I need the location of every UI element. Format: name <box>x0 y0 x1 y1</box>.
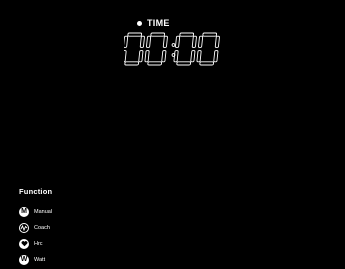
time-digit-segment <box>162 35 168 48</box>
time-digit-segment <box>138 50 144 63</box>
time-digit-segment <box>190 50 196 63</box>
time-digit-segment <box>139 35 145 48</box>
time-digit-segment <box>198 35 204 48</box>
time-digit-segment <box>196 50 202 63</box>
function-item-coach[interactable]: Coach <box>19 220 52 235</box>
time-digit-segment <box>127 32 143 37</box>
time-digit-segment <box>213 50 219 63</box>
function-item-manual[interactable]: M Manual <box>19 204 52 219</box>
time-indicator-dot <box>137 20 142 26</box>
function-item-hrc[interactable]: Hrc <box>19 236 52 251</box>
time-colon <box>171 43 176 47</box>
time-digit-segment <box>161 50 167 63</box>
heart-icon <box>19 238 29 249</box>
function-label-manual: Manual <box>34 208 53 215</box>
time-digit-segment <box>214 35 220 48</box>
console-screen: TIME Function M Manual Coach Hrc W Watt <box>0 0 345 269</box>
watt-w-icon: W <box>19 254 29 265</box>
time-digit-segment <box>144 50 150 63</box>
time-label: TIME <box>147 18 170 28</box>
function-label-coach: Coach <box>34 224 50 231</box>
time-digit-segment <box>191 35 197 48</box>
time-digit-segment <box>199 61 215 66</box>
function-list: M Manual Coach Hrc W Watt <box>19 204 52 268</box>
time-digit-segment <box>124 50 127 63</box>
time-indicator: TIME <box>137 17 170 29</box>
manual-m-icon: M <box>19 206 29 217</box>
time-digit-segment <box>150 32 166 37</box>
time-digit-segment <box>175 35 181 48</box>
function-label-hrc: Hrc <box>34 240 43 247</box>
time-digit-segment <box>124 35 129 48</box>
time-digit-segment <box>146 35 152 48</box>
function-item-watt[interactable]: W Watt <box>19 252 52 267</box>
time-digit-segment <box>202 32 218 37</box>
time-digit-segment <box>176 61 192 66</box>
time-digit-segment <box>124 61 140 66</box>
time-digit-segment <box>147 61 163 66</box>
time-readout <box>124 32 220 66</box>
function-label-watt: Watt <box>34 256 46 263</box>
time-digit-segment <box>179 32 195 37</box>
coach-wave-icon <box>19 222 29 233</box>
function-title: Function <box>19 187 53 196</box>
time-digit-segment <box>173 50 179 63</box>
